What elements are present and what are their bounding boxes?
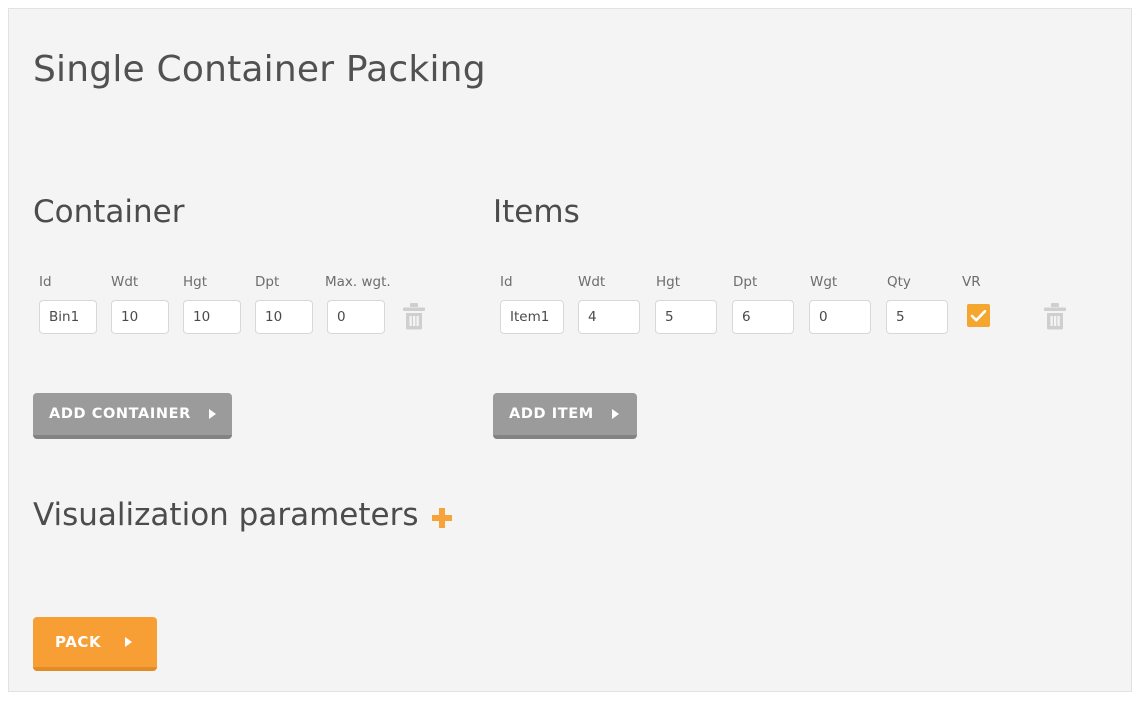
- container-section-heading: Container: [33, 194, 185, 230]
- container-max-weight-input[interactable]: [327, 300, 385, 334]
- item-vr-checkbox[interactable]: [967, 304, 990, 327]
- item-delete-trash-icon[interactable]: [1043, 303, 1067, 330]
- visualization-parameters-row[interactable]: Visualization parameters: [33, 497, 453, 533]
- plus-icon[interactable]: [432, 508, 453, 528]
- container-label-wdt: Wdt: [111, 274, 139, 290]
- container-label-id: Id: [39, 274, 52, 290]
- page-panel: Single Container Packing Container Id Wd…: [8, 8, 1132, 692]
- pack-button-label: PACK: [55, 633, 102, 651]
- container-id-input[interactable]: [39, 300, 97, 334]
- item-label-wdt: Wdt: [578, 274, 606, 290]
- visualization-parameters-label: Visualization parameters: [33, 497, 419, 533]
- add-item-button[interactable]: ADD ITEM: [493, 393, 637, 439]
- item-depth-input[interactable]: [732, 300, 794, 334]
- container-label-max-wgt: Max. wgt.: [325, 274, 391, 290]
- container-label-dpt: Dpt: [255, 274, 280, 290]
- add-item-button-label: ADD ITEM: [509, 406, 594, 422]
- item-label-wgt: Wgt: [810, 274, 838, 290]
- item-label-qty: Qty: [887, 274, 911, 290]
- item-quantity-input[interactable]: [886, 300, 948, 334]
- page-title: Single Container Packing: [33, 49, 486, 90]
- container-delete-trash-icon[interactable]: [402, 303, 426, 330]
- item-height-input[interactable]: [655, 300, 717, 334]
- item-label-hgt: Hgt: [656, 274, 681, 290]
- arrow-right-icon: [208, 409, 216, 419]
- item-label-id: Id: [500, 274, 513, 290]
- item-label-dpt: Dpt: [733, 274, 758, 290]
- add-container-button-label: ADD CONTAINER: [49, 406, 191, 422]
- item-label-vr: VR: [962, 274, 981, 290]
- arrow-right-icon: [611, 409, 619, 419]
- item-id-input[interactable]: [500, 300, 564, 334]
- container-label-hgt: Hgt: [183, 274, 208, 290]
- container-width-input[interactable]: [111, 300, 169, 334]
- checkmark-icon: [970, 309, 987, 322]
- item-weight-input[interactable]: [809, 300, 871, 334]
- arrow-right-icon: [125, 637, 133, 647]
- add-container-button[interactable]: ADD CONTAINER: [33, 393, 232, 439]
- container-depth-input[interactable]: [255, 300, 313, 334]
- pack-button[interactable]: PACK: [33, 617, 157, 671]
- items-section-heading: Items: [493, 194, 580, 230]
- container-height-input[interactable]: [183, 300, 241, 334]
- item-width-input[interactable]: [578, 300, 640, 334]
